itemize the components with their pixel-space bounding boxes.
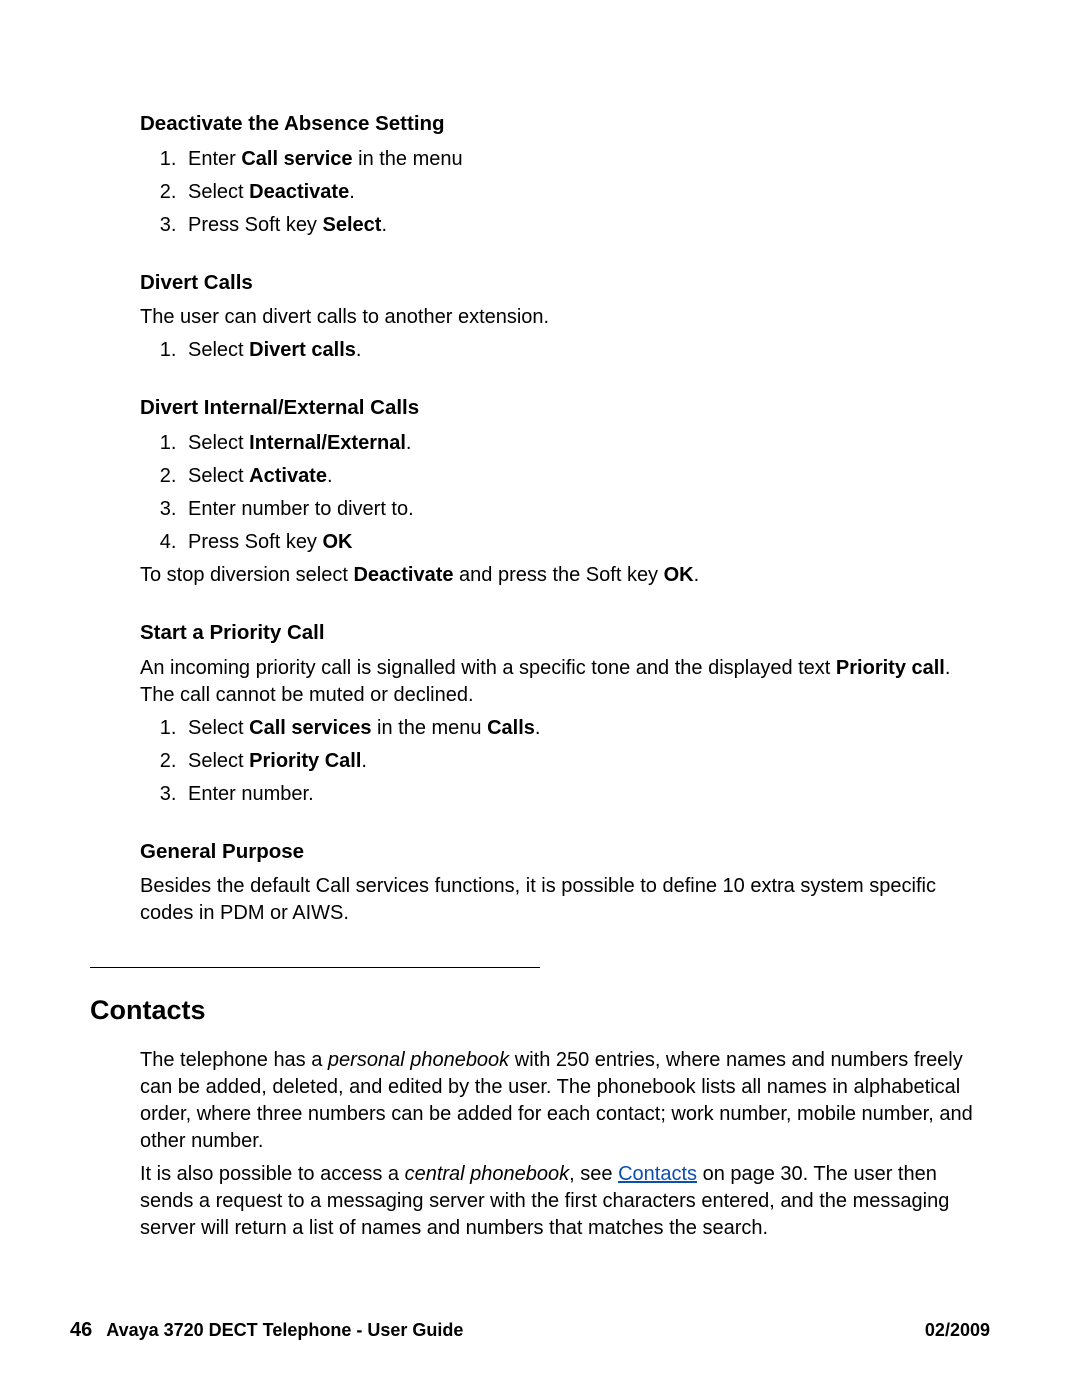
text: Enter [188,148,241,170]
section-divider [90,967,540,968]
list-item: Select Internal/External. [182,430,990,457]
heading-divert-int-ext: Divert Internal/External Calls [140,394,990,422]
bold-text: OK [664,564,694,586]
italic-text: personal phonebook [328,1049,509,1071]
bold-text: OK [323,531,353,553]
paragraph: The telephone has a personal phonebook w… [140,1047,990,1155]
text: , see [569,1163,618,1185]
steps-deactivate-absence: Enter Call service in the menu Select De… [140,146,990,239]
text: . [694,564,700,586]
list-item: Enter Call service in the menu [182,146,990,173]
list-item: Select Activate. [182,463,990,490]
heading-deactivate-absence: Deactivate the Absence Setting [140,110,990,138]
paragraph: To stop diversion select Deactivate and … [140,562,990,589]
bold-text: Deactivate [249,181,349,203]
heading-priority-call: Start a Priority Call [140,619,990,647]
bold-text: Calls [487,717,535,739]
bold-text: Priority Call [249,750,361,772]
bold-text: Call services [249,717,371,739]
list-item: Select Deactivate. [182,179,990,206]
list-item: Enter number. [182,781,990,808]
heading-contacts: Contacts [90,992,990,1028]
steps-divert-calls: Select Divert calls. [140,337,990,364]
text: Select [188,181,249,203]
steps-priority-call: Select Call services in the menu Calls. … [140,715,990,808]
text: . [361,750,367,772]
list-item: Select Divert calls. [182,337,990,364]
text: Select [188,432,249,454]
doc-title: Avaya 3720 DECT Telephone - User Guide [106,1320,463,1341]
bold-text: Select [323,214,382,236]
paragraph: The user can divert calls to another ext… [140,304,990,331]
steps-divert-int-ext: Select Internal/External. Select Activat… [140,430,990,556]
text: Select [188,465,249,487]
text: An incoming priority call is signalled w… [140,657,836,679]
document-page: Deactivate the Absence Setting Enter Cal… [0,0,1080,1397]
list-item: Press Soft key OK [182,529,990,556]
text: . [349,181,355,203]
text: Select [188,750,249,772]
text: in the menu [371,717,487,739]
paragraph: It is also possible to access a central … [140,1161,990,1242]
text: and press the Soft key [454,564,664,586]
bold-text: Priority call [836,657,945,679]
list-item: Select Call services in the menu Calls. [182,715,990,742]
contacts-link[interactable]: Contacts [618,1163,697,1185]
heading-divert-calls: Divert Calls [140,269,990,297]
bold-text: Internal/External [249,432,406,454]
paragraph: An incoming priority call is signalled w… [140,655,990,709]
text: . [381,214,387,236]
paragraph: Besides the default Call services functi… [140,873,990,927]
page-number: 46 [70,1319,92,1342]
bold-text: Call service [241,148,352,170]
bold-text: Deactivate [353,564,453,586]
text: Press Soft key [188,531,323,553]
list-item: Enter number to divert to. [182,496,990,523]
footer-left: 46 Avaya 3720 DECT Telephone - User Guid… [70,1319,463,1342]
list-item: Press Soft key Select. [182,212,990,239]
text: The telephone has a [140,1049,328,1071]
text: . [406,432,412,454]
page-content: Deactivate the Absence Setting Enter Cal… [90,110,990,1242]
text: . [356,339,362,361]
heading-general-purpose: General Purpose [140,838,990,866]
text: Select [188,339,249,361]
text: To stop diversion select [140,564,353,586]
page-footer: 46 Avaya 3720 DECT Telephone - User Guid… [70,1319,990,1342]
text: Press Soft key [188,214,323,236]
italic-text: central phonebook [405,1163,570,1185]
footer-date: 02/2009 [925,1320,990,1341]
list-item: Select Priority Call. [182,748,990,775]
text: in the menu [353,148,463,170]
bold-text: Activate [249,465,327,487]
bold-text: Divert calls [249,339,356,361]
text: Select [188,717,249,739]
text: It is also possible to access a [140,1163,405,1185]
text: . [327,465,333,487]
text: . [535,717,541,739]
